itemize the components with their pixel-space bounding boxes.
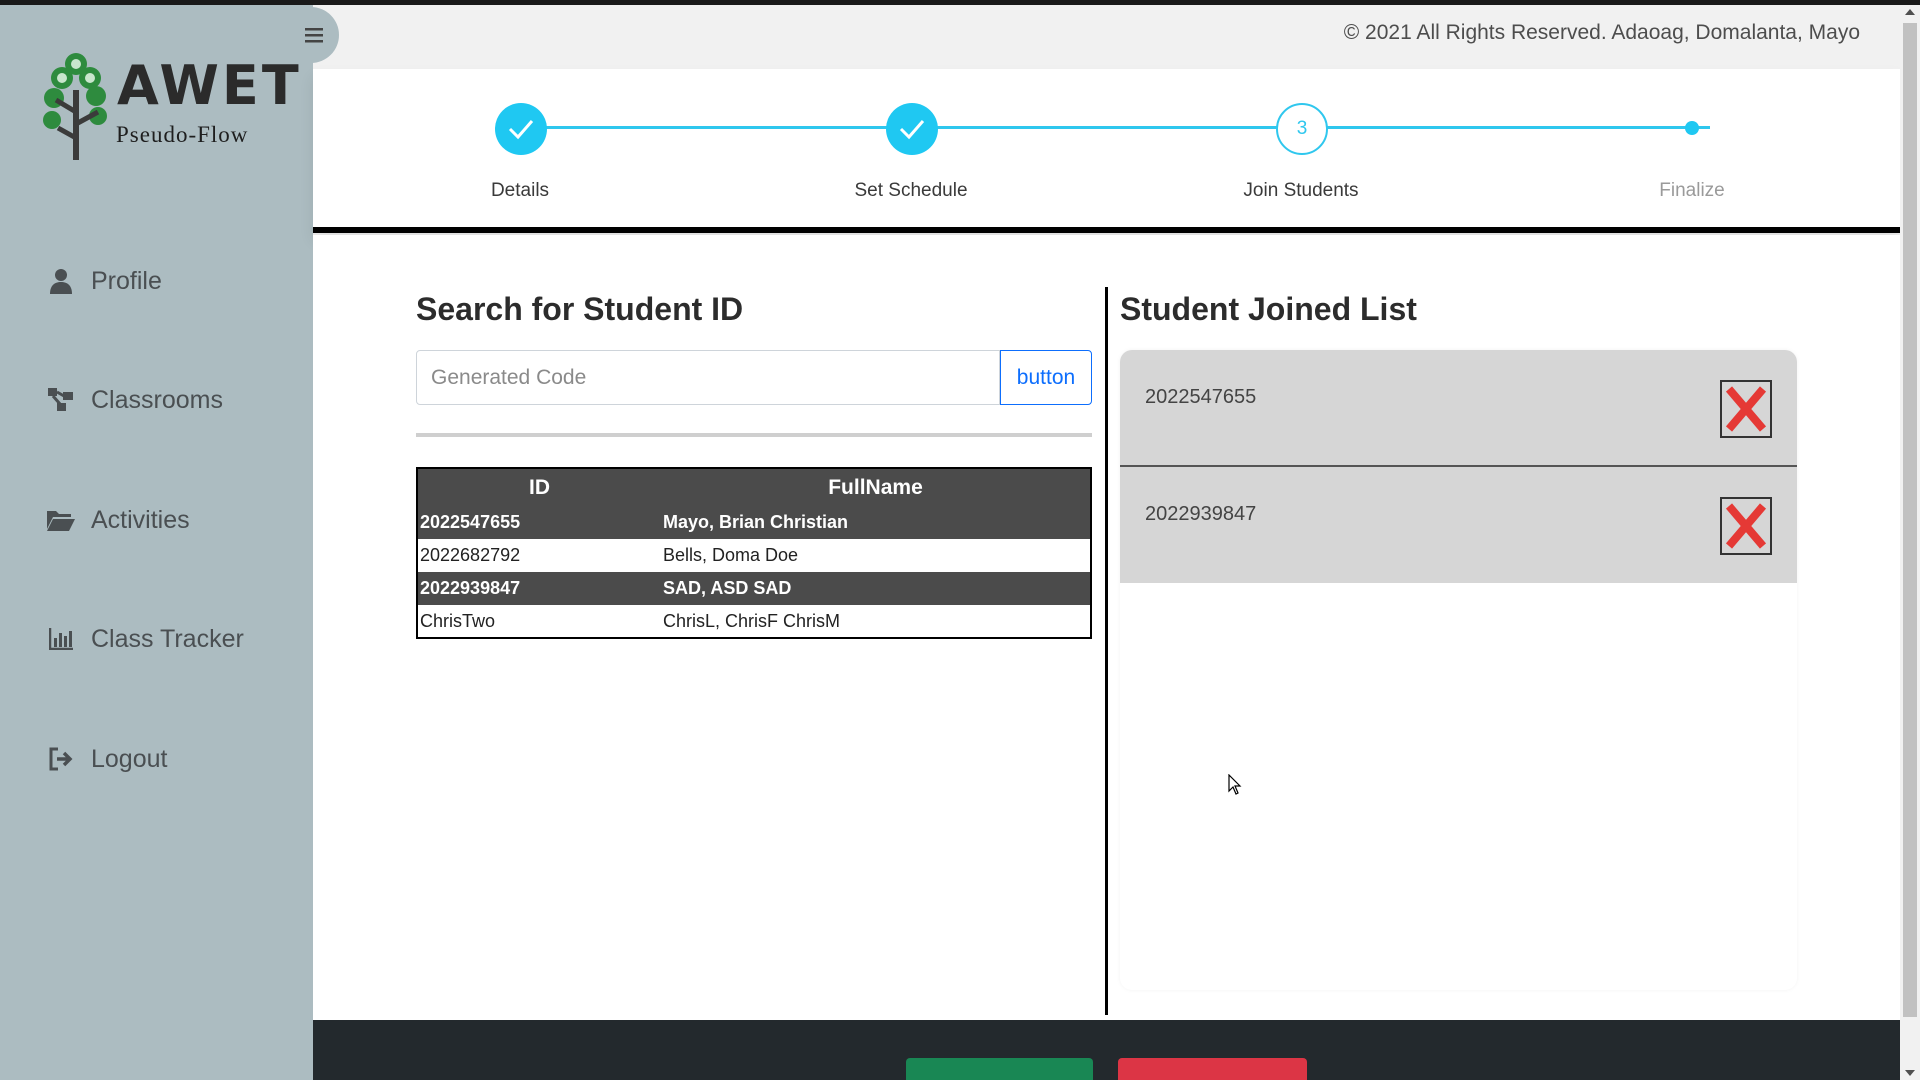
scroll-thumb[interactable] xyxy=(1903,23,1917,1017)
step-number: 3 xyxy=(1296,118,1308,139)
cell-fullname: ChrisL, ChrisF ChrisM xyxy=(661,605,1091,638)
sidebar-item-label: Classrooms xyxy=(91,385,223,414)
sidebar: AWET Pseudo-Flow Profile Classrooms Acti… xyxy=(0,5,313,1080)
cell-id: 2022682792 xyxy=(417,539,661,572)
sidebar-item-label: Logout xyxy=(91,744,168,773)
join-students-panel: Search for Student ID button ID FullName… xyxy=(313,235,1900,1020)
cell-id: 2022547655 xyxy=(417,506,661,539)
vertical-divider xyxy=(1105,287,1108,1015)
list-item: 2022547655 xyxy=(1120,350,1797,467)
search-bar: button xyxy=(416,350,1092,405)
column-header-id: ID xyxy=(417,468,661,506)
tree-logo-icon xyxy=(43,53,107,160)
student-id-search-input[interactable] xyxy=(416,350,1000,405)
back-button[interactable] xyxy=(906,1058,1093,1080)
table-header-row: ID FullName xyxy=(417,468,1091,506)
step-join-students-current: 3 xyxy=(1276,103,1328,155)
brand-name: AWET xyxy=(117,54,302,117)
footer-bar xyxy=(313,1020,1900,1080)
hamburger-icon xyxy=(305,28,323,43)
sign-out-icon xyxy=(47,745,75,773)
sidebar-item-class-tracker[interactable]: Class Tracker xyxy=(47,619,244,659)
cell-fullname: Bells, Doma Doe xyxy=(661,539,1091,572)
sitemap-icon xyxy=(47,386,75,414)
mouse-cursor-icon xyxy=(1228,774,1242,795)
sidebar-item-activities[interactable]: Activities xyxy=(47,500,190,540)
table-row[interactable]: 2022682792 Bells, Doma Doe xyxy=(417,539,1091,572)
step-label-set-schedule: Set Schedule xyxy=(854,180,968,201)
brand-subtitle: Pseudo-Flow xyxy=(116,122,249,147)
joined-students-list: 2022547655 2022939847 xyxy=(1120,350,1797,990)
sidebar-item-label: Class Tracker xyxy=(91,624,244,653)
cell-fullname: Mayo, Brian Christian xyxy=(661,506,1091,539)
students-table: ID FullName 2022547655 Mayo, Brian Chris… xyxy=(416,467,1092,639)
stepper-track xyxy=(520,126,1710,129)
copyright-text: © 2021 All Rights Reserved. Adaoag, Doma… xyxy=(1343,21,1860,44)
sidebar-item-profile[interactable]: Profile xyxy=(47,261,162,301)
main-area: © 2021 All Rights Reserved. Adaoag, Doma… xyxy=(313,5,1900,1080)
cell-fullname: SAD, ASD SAD xyxy=(661,572,1091,605)
search-button[interactable]: button xyxy=(1000,350,1092,405)
sidebar-item-label: Activities xyxy=(91,505,190,534)
next-button[interactable] xyxy=(1118,1058,1307,1080)
folder-open-icon xyxy=(47,506,75,534)
search-title: Search for Student ID xyxy=(416,291,744,327)
joined-student-id: 2022939847 xyxy=(1145,503,1257,525)
table-row[interactable]: 2022547655 Mayo, Brian Christian xyxy=(417,506,1091,539)
sidebar-item-label: Profile xyxy=(91,266,162,295)
remove-student-button[interactable] xyxy=(1720,497,1772,555)
scroll-down-icon[interactable] xyxy=(1905,1070,1915,1076)
table-row[interactable]: ChrisTwo ChrisL, ChrisF ChrisM xyxy=(417,605,1091,638)
remove-student-button[interactable] xyxy=(1720,380,1772,438)
step-details-complete xyxy=(495,103,547,155)
list-item: 2022939847 xyxy=(1120,467,1797,583)
table-row[interactable]: 2022939847 SAD, ASD SAD xyxy=(417,572,1091,605)
sidebar-item-logout[interactable]: Logout xyxy=(47,739,167,779)
column-header-fullname: FullName xyxy=(661,468,1091,506)
bar-chart-icon xyxy=(47,625,75,653)
step-finalize-pending xyxy=(1685,121,1699,135)
scroll-up-icon[interactable] xyxy=(1905,9,1915,15)
check-icon xyxy=(508,120,534,140)
sidebar-item-classrooms[interactable]: Classrooms xyxy=(47,380,223,420)
vertical-scrollbar[interactable] xyxy=(1900,5,1920,1080)
sidebar-toggle-button[interactable] xyxy=(283,7,339,63)
user-icon xyxy=(47,267,75,295)
joined-student-id: 2022547655 xyxy=(1145,386,1257,408)
divider xyxy=(416,433,1092,437)
close-icon xyxy=(1725,386,1767,432)
close-icon xyxy=(1725,503,1767,549)
step-schedule-complete xyxy=(886,103,938,155)
cell-id: ChrisTwo xyxy=(417,605,661,638)
joined-list-title: Student Joined List xyxy=(1120,291,1417,327)
step-label-details: Details xyxy=(490,180,550,201)
step-label-finalize: Finalize xyxy=(1659,180,1725,201)
check-icon xyxy=(899,120,925,140)
logo: AWET Pseudo-Flow xyxy=(40,50,299,160)
progress-stepper: 3 Details Set Schedule Join Students Fin… xyxy=(313,69,1900,233)
cell-id: 2022939847 xyxy=(417,572,661,605)
step-label-join-students: Join Students xyxy=(1243,180,1359,201)
